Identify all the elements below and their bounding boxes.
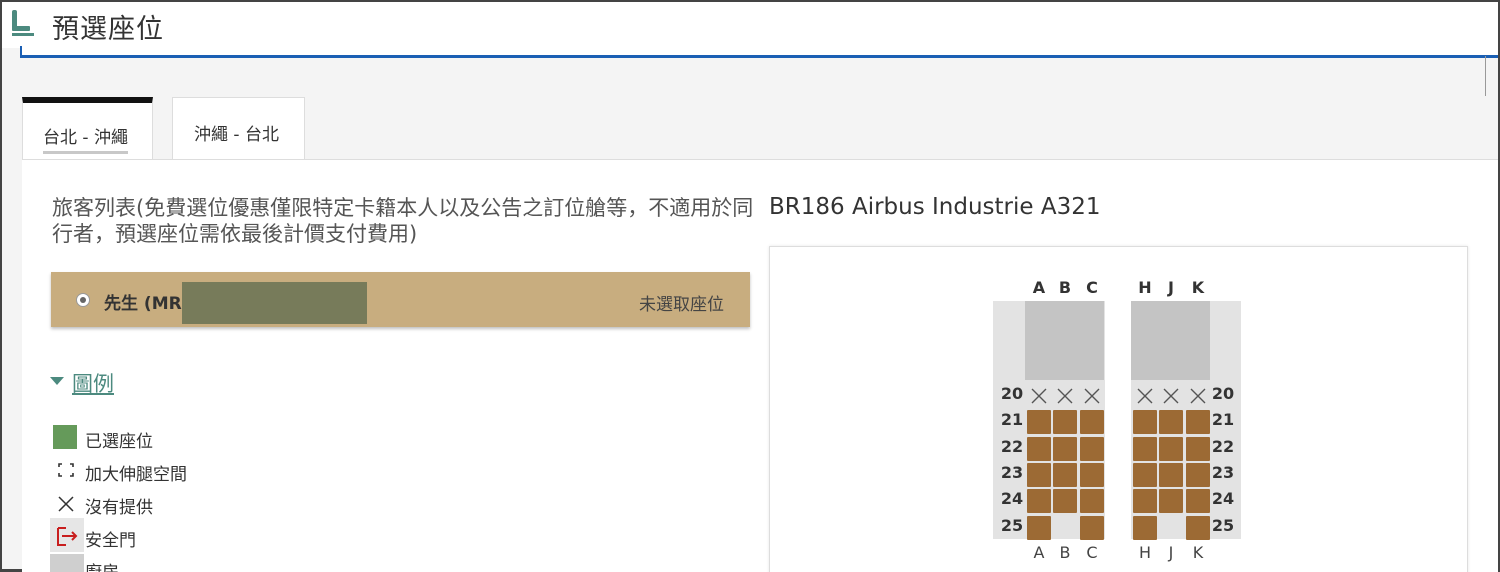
seat-24h[interactable]	[1133, 489, 1157, 513]
header-underline	[20, 46, 1498, 58]
seat-21h[interactable]	[1133, 410, 1157, 434]
redacted-name	[182, 282, 367, 324]
seat-unavailable-20a	[1027, 384, 1051, 408]
seat-25a[interactable]	[1027, 516, 1051, 540]
seat-24a[interactable]	[1027, 489, 1051, 513]
seat-unavailable-20j	[1159, 384, 1183, 408]
row-number: 23	[1000, 463, 1024, 482]
seat-25h[interactable]	[1133, 516, 1157, 540]
seat-21k[interactable]	[1186, 410, 1210, 434]
row-number: 25	[1211, 516, 1235, 535]
column-label-a: A	[1032, 278, 1046, 297]
row-number: 21	[1211, 410, 1235, 429]
seat-unavailable-20b	[1053, 384, 1077, 408]
seat-24k[interactable]	[1186, 489, 1210, 513]
seat-24c[interactable]	[1080, 489, 1104, 513]
not-available-icon	[58, 496, 74, 512]
legend-label: 加大伸腿空間	[85, 465, 187, 485]
seat-21b[interactable]	[1053, 410, 1077, 434]
legend-label: 已選座位	[85, 432, 153, 452]
column-label-h: H	[1138, 278, 1152, 297]
seat-22c[interactable]	[1080, 437, 1104, 461]
seat-unavailable-20c	[1080, 384, 1104, 408]
seat-21a[interactable]	[1027, 410, 1051, 434]
legend-toggle-label: 圖例	[72, 372, 114, 396]
row-number: 24	[1000, 489, 1024, 508]
legend-label: 廚房	[85, 558, 119, 572]
seat-22j[interactable]	[1159, 437, 1183, 461]
column-label-k: K	[1192, 543, 1204, 562]
legend-label: 沒有提供	[85, 498, 153, 518]
legend-label: 安全門	[85, 531, 136, 551]
exit-door-icon	[50, 518, 84, 552]
seat-23h[interactable]	[1133, 463, 1157, 487]
row-number: 21	[1000, 410, 1024, 429]
row-number: 22	[1000, 437, 1024, 456]
seat-25c[interactable]	[1080, 516, 1104, 540]
row-number: 20	[1000, 384, 1024, 403]
top-bar	[2, 2, 1498, 48]
passenger-seat-status: 未選取座位	[639, 295, 724, 315]
row-number: 24	[1211, 489, 1235, 508]
aircraft-title: BR186 Airbus Industrie A321	[769, 194, 1101, 220]
column-label-j: J	[1168, 278, 1174, 297]
extra-legroom-icon	[58, 463, 74, 477]
seat-24j[interactable]	[1159, 489, 1183, 513]
divider	[1485, 56, 1486, 96]
tab-return[interactable]: 沖繩 - 台北	[172, 97, 305, 160]
column-label-j: J	[1168, 543, 1174, 562]
seat-23c[interactable]	[1080, 463, 1104, 487]
selected-seat-swatch	[53, 425, 77, 449]
passenger-list-heading: 旅客列表(免費選位優惠僅限特定卡籍本人以及公告之訂位艙等，不適用於同行者，預選座…	[52, 196, 754, 246]
seat-21j[interactable]	[1159, 410, 1183, 434]
tab-outbound[interactable]: 台北 - 沖繩	[22, 97, 153, 160]
row-number: 20	[1211, 384, 1235, 403]
seat-unavailable-20k	[1186, 384, 1210, 408]
column-label-h: H	[1138, 543, 1152, 562]
seat-unavailable-20h	[1133, 384, 1157, 408]
bulkhead-left	[1025, 301, 1104, 380]
column-label-b: B	[1059, 543, 1071, 562]
column-label-k: K	[1191, 278, 1205, 297]
seat-22h[interactable]	[1133, 437, 1157, 461]
seat-24b[interactable]	[1053, 489, 1077, 513]
seat-22b[interactable]	[1053, 437, 1077, 461]
passenger-row[interactable]: 先生 (MR 未選取座位	[51, 272, 750, 327]
tab-outbound-label: 台北 - 沖繩	[43, 123, 128, 154]
seat-21c[interactable]	[1080, 410, 1104, 434]
seat-icon	[12, 10, 34, 36]
row-number: 22	[1211, 437, 1235, 456]
bulkhead-right	[1131, 301, 1210, 380]
seat-25k[interactable]	[1186, 516, 1210, 540]
seat-22k[interactable]	[1186, 437, 1210, 461]
tab-return-label: 沖繩 - 台北	[194, 125, 279, 145]
aisle	[1105, 301, 1131, 539]
galley-icon	[50, 554, 84, 572]
column-label-c: C	[1086, 278, 1098, 297]
passenger-radio[interactable]	[76, 293, 90, 307]
row-number: 25	[1000, 516, 1024, 535]
seat-22a[interactable]	[1027, 437, 1051, 461]
column-label-b: B	[1058, 278, 1072, 297]
row-number: 23	[1211, 463, 1235, 482]
seat-23j[interactable]	[1159, 463, 1183, 487]
seat-23b[interactable]	[1053, 463, 1077, 487]
passenger-name: 先生 (MR	[104, 294, 182, 314]
chevron-down-icon	[50, 377, 64, 385]
seat-23a[interactable]	[1027, 463, 1051, 487]
page-title: 預選座位	[52, 14, 164, 45]
column-label-a: A	[1033, 543, 1045, 562]
column-label-c: C	[1086, 543, 1098, 562]
seat-23k[interactable]	[1186, 463, 1210, 487]
